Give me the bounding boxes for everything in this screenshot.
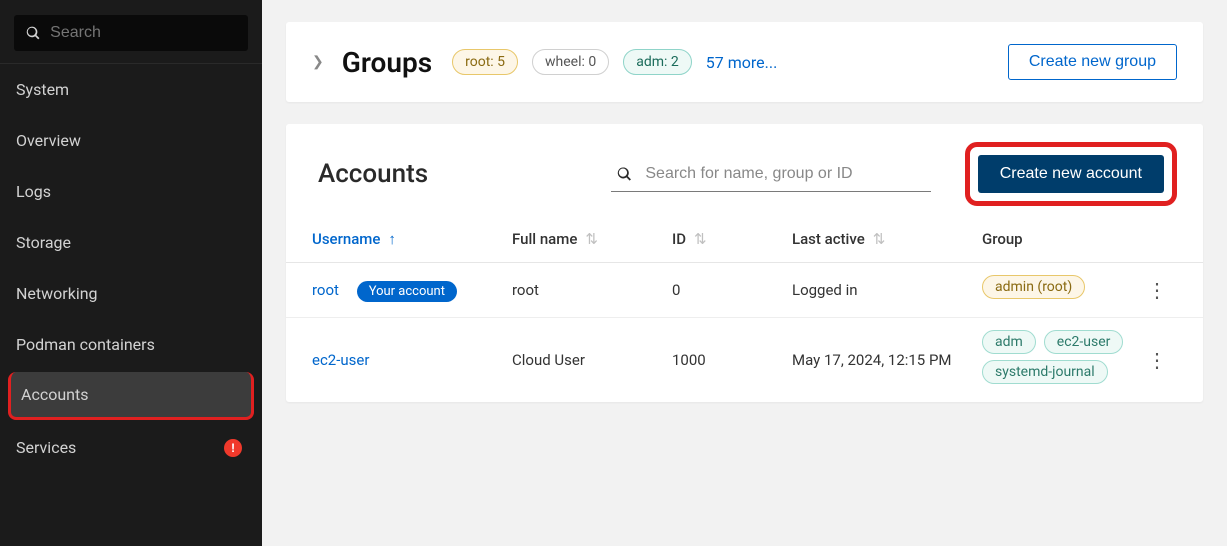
column-group: Group [982,230,1137,248]
group-chip[interactable]: root: 5 [452,49,518,75]
main-content: ❯ Groups root: 5 wheel: 0 adm: 2 57 more… [262,0,1227,546]
sidebar-item-accounts[interactable]: Accounts [8,372,254,420]
username-link[interactable]: ec2-user [312,351,369,369]
sidebar-item-podman[interactable]: Podman containers [0,319,262,370]
column-id[interactable]: ID ⇅ [672,230,792,248]
accounts-title: Accounts [318,159,428,189]
groups-more-link[interactable]: 57 more... [706,53,778,72]
cell-fullname: root [512,281,672,299]
group-chip[interactable]: wheel: 0 [532,49,609,75]
column-fullname[interactable]: Full name ⇅ [512,230,672,248]
sort-asc-icon: ↑ [388,230,396,248]
table-row: ec2-user Cloud User 1000 May 17, 2024, 1… [286,318,1203,402]
accounts-header: Accounts Create new account [286,124,1203,218]
column-last-active[interactable]: Last active ⇅ [792,230,982,248]
sidebar-item-networking[interactable]: Networking [0,268,262,319]
sort-icon: ⇅ [873,230,886,248]
column-label: Full name [512,230,577,248]
cell-fullname: Cloud User [512,351,672,369]
cell-groups: adm ec2-user systemd-journal [982,330,1137,390]
create-group-button[interactable]: Create new group [1008,44,1177,80]
column-label: Last active [792,230,865,248]
warning-icon: ! [224,439,242,457]
username-link[interactable]: root [312,281,339,299]
search-icon [617,166,632,182]
sidebar-item-services[interactable]: Services ! [0,422,262,473]
accounts-table: Username ↑ Full name ⇅ ID ⇅ Last active … [286,218,1203,402]
accounts-search[interactable] [611,157,931,192]
sidebar-item-system[interactable]: System [0,63,262,115]
groups-title: Groups [342,46,432,79]
group-chip[interactable]: systemd-journal [982,360,1108,384]
table-row: root Your account root 0 Logged in admin… [286,263,1203,318]
your-account-badge: Your account [357,281,457,302]
sidebar-item-storage[interactable]: Storage [0,217,262,268]
sort-icon: ⇅ [694,230,707,248]
chevron-right-icon[interactable]: ❯ [312,54,324,70]
accounts-card: Accounts Create new account Username ↑ F… [286,124,1203,402]
cell-id: 1000 [672,351,792,369]
sort-icon: ⇅ [585,230,598,248]
sidebar-search[interactable] [14,15,248,51]
cell-username: ec2-user [312,351,512,369]
column-username[interactable]: Username ↑ [312,230,512,248]
search-icon [26,25,40,41]
sidebar-item-logs[interactable]: Logs [0,166,262,217]
row-actions-menu[interactable]: ⋮ [1137,348,1177,372]
sidebar-item-overview[interactable]: Overview [0,115,262,166]
column-label: ID [672,230,686,248]
group-chip[interactable]: ec2-user [1044,330,1124,354]
cell-last-active: Logged in [792,281,982,299]
cell-groups: admin (root) [982,275,1137,305]
row-actions-menu[interactable]: ⋮ [1137,278,1177,302]
groups-card: ❯ Groups root: 5 wheel: 0 adm: 2 57 more… [286,22,1203,102]
cell-last-active: May 17, 2024, 12:15 PM [792,351,982,369]
cell-id: 0 [672,281,792,299]
create-account-highlight: Create new account [965,142,1177,206]
cell-username: root Your account [312,281,512,299]
sidebar: System Overview Logs Storage Networking … [0,0,262,546]
group-chip[interactable]: adm [982,330,1036,354]
accounts-search-input[interactable] [641,161,924,187]
table-header: Username ↑ Full name ⇅ ID ⇅ Last active … [286,218,1203,263]
column-label: Username [312,230,380,248]
group-chip[interactable]: admin (root) [982,275,1085,299]
create-account-button[interactable]: Create new account [978,155,1164,193]
sidebar-search-input[interactable] [50,24,236,42]
sidebar-item-label: Services [16,438,76,457]
group-chip[interactable]: adm: 2 [623,49,692,75]
